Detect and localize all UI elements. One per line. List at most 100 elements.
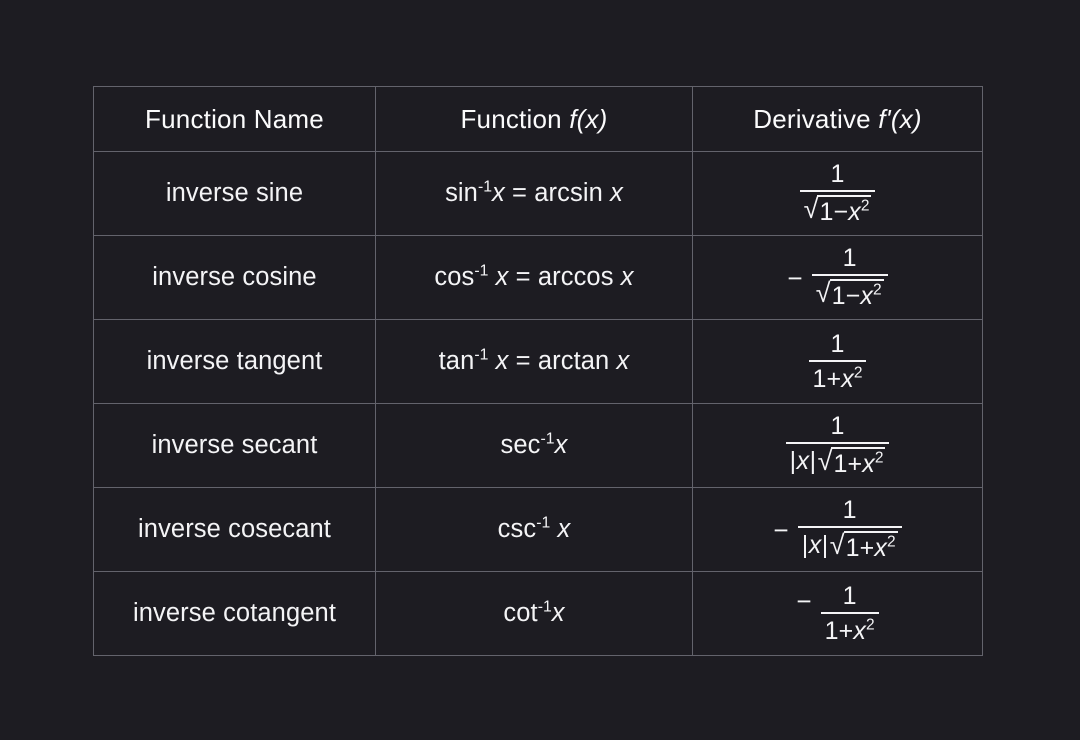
cell-function-name: inverse sine <box>93 151 376 236</box>
cell-function-name: inverse cosine <box>93 235 376 320</box>
radicand-variable: x <box>862 450 875 479</box>
function-alt-name: arctan <box>537 347 617 375</box>
cell-function-name: inverse secant <box>93 403 376 488</box>
fraction-numerator: 1 <box>842 244 857 273</box>
fraction: 1 |x| √ 1+x2 <box>797 496 902 563</box>
function-base: cos <box>434 263 475 291</box>
function-equals: = <box>508 263 538 291</box>
fraction-denominator: √ 1−x2 <box>800 192 876 227</box>
fraction: 1 1+x2 <box>820 582 879 645</box>
header-text-italic: f'(x) <box>878 103 922 134</box>
function-exponent: -1 <box>537 598 552 616</box>
radicand-variable: x <box>874 534 887 563</box>
cell-derivative: 1 1+x2 <box>692 319 983 404</box>
function-base: cot <box>503 599 538 627</box>
function-exponent: -1 <box>474 346 489 364</box>
fraction-numerator: 1 <box>830 412 845 441</box>
fraction-numerator: 1 <box>842 496 857 525</box>
function-base: sin <box>445 179 478 207</box>
function-exponent: -1 <box>540 430 555 448</box>
cell-derivative: − 1 |x| √ 1+x2 <box>692 487 983 572</box>
function-alt-variable: x <box>610 179 623 207</box>
fraction-denominator: √ 1−x2 <box>812 276 888 311</box>
radical: √ 1+x2 <box>830 531 898 563</box>
fraction-wrapper: − 1 √ 1−x2 <box>787 244 888 311</box>
cell-function: sin-1x = arcsin x <box>375 151 693 236</box>
radicand-lead: 1+ <box>833 450 863 479</box>
radical: √ 1+x2 <box>818 447 886 479</box>
function-equals: = <box>508 347 538 375</box>
function-variable: x <box>488 263 509 291</box>
radical-surd-icon: √ <box>803 194 819 225</box>
radicand-lead: 1− <box>819 198 849 227</box>
cell-function: sec-1x <box>375 403 693 488</box>
cell-function: cot-1x <box>375 571 693 656</box>
radicand-exponent: 2 <box>860 197 870 215</box>
header-text-lead: Function Name <box>145 103 324 134</box>
radicand-exponent: 2 <box>872 281 882 299</box>
minus-sign: − <box>773 514 789 545</box>
cell-function-name: inverse cosecant <box>93 487 376 572</box>
function-alt-name: arccos <box>537 263 621 291</box>
radicand: 1+x2 <box>831 447 886 479</box>
column-header-derivative: Derivative f'(x) <box>692 86 983 152</box>
radical-surd-icon: √ <box>815 278 831 309</box>
table-row: inverse cosine cos-1 x = arccos x −1 √ 1−x2 <box>93 235 983 320</box>
cell-derivative: − 1 1+x2 <box>692 571 983 656</box>
cell-derivative: 1 |x| √ 1+x2 <box>692 403 983 488</box>
radicand-lead: 1− <box>831 282 861 311</box>
fraction-denominator: |x| √ 1+x2 <box>786 444 890 479</box>
cell-function-name: inverse tangent <box>93 319 376 404</box>
function-alt-variable: x <box>616 347 630 375</box>
function-exponent: -1 <box>477 178 493 196</box>
radicand-exponent: 2 <box>874 449 884 467</box>
radicand-exponent: 2 <box>866 616 875 634</box>
fraction: 1 √ 1−x2 <box>799 160 876 227</box>
fraction-numerator: 1 <box>842 582 857 610</box>
table-header: Function Name Function f(x) Derivative f… <box>93 86 983 152</box>
radical: √ 1−x2 <box>804 195 872 227</box>
radicand-lead: 1+ <box>845 534 875 563</box>
cell-derivative: − 1 √ 1−x2 <box>692 235 983 320</box>
fraction-numerator: 1 <box>830 160 845 189</box>
fraction: 1 √ 1−x2 <box>811 244 888 311</box>
denominator-abs-x: |x| <box>801 531 829 560</box>
radicand: 1−x2 <box>829 279 884 311</box>
cell-function: cos-1 x = arccos x <box>375 235 693 320</box>
denominator-expression: 1+x2 <box>813 365 863 393</box>
fraction-numerator: 1 <box>830 330 845 358</box>
header-text-italic: f(x) <box>569 103 608 134</box>
radical-surd-icon: √ <box>829 530 845 561</box>
radical: √ 1−x2 <box>816 279 884 311</box>
function-alt-variable: x <box>620 263 634 291</box>
function-variable: x <box>554 431 568 459</box>
minus-sign: − <box>796 585 812 616</box>
fraction-denominator: 1+x2 <box>809 362 867 393</box>
table-row: inverse sine sin-1x = arcsin x 1 √ 1−x2 <box>93 151 983 236</box>
radicand-exponent: 2 <box>853 364 863 382</box>
fraction-wrapper: − 1 |x| √ 1+x2 <box>773 496 902 563</box>
radicand-lead: 1+ <box>824 617 854 645</box>
radicand-variable: x <box>848 198 861 227</box>
function-variable: x <box>551 599 565 627</box>
minus-sign: − <box>787 262 803 293</box>
fraction-wrapper: 1 |x| √ 1+x2 <box>785 412 890 479</box>
function-variable: x <box>492 179 505 207</box>
cell-function-name: inverse cotangent <box>93 571 376 656</box>
header-row: Function Name Function f(x) Derivative f… <box>93 86 983 152</box>
table-row: inverse cotangent cot-1x −1 1+x2 <box>93 571 983 656</box>
fraction-wrapper: 1 √ 1−x2 <box>799 160 876 227</box>
radicand-lead: 1+ <box>812 365 842 393</box>
radicand-variable: x <box>841 365 854 393</box>
radical-surd-icon: √ <box>817 446 833 477</box>
derivatives-table: Function Name Function f(x) Derivative f… <box>93 86 983 656</box>
cell-function: tan-1 x = arctan x <box>375 319 693 404</box>
function-exponent: -1 <box>474 262 489 280</box>
header-text-lead: Derivative <box>753 103 879 134</box>
cell-function: csc-1 x <box>375 487 693 572</box>
fraction-denominator: |x| √ 1+x2 <box>798 528 902 563</box>
function-variable: x <box>488 347 509 375</box>
fraction-wrapper: − 1 1+x2 <box>796 582 879 645</box>
fraction-denominator: 1+x2 <box>821 614 879 645</box>
radicand: 1−x2 <box>817 195 872 227</box>
